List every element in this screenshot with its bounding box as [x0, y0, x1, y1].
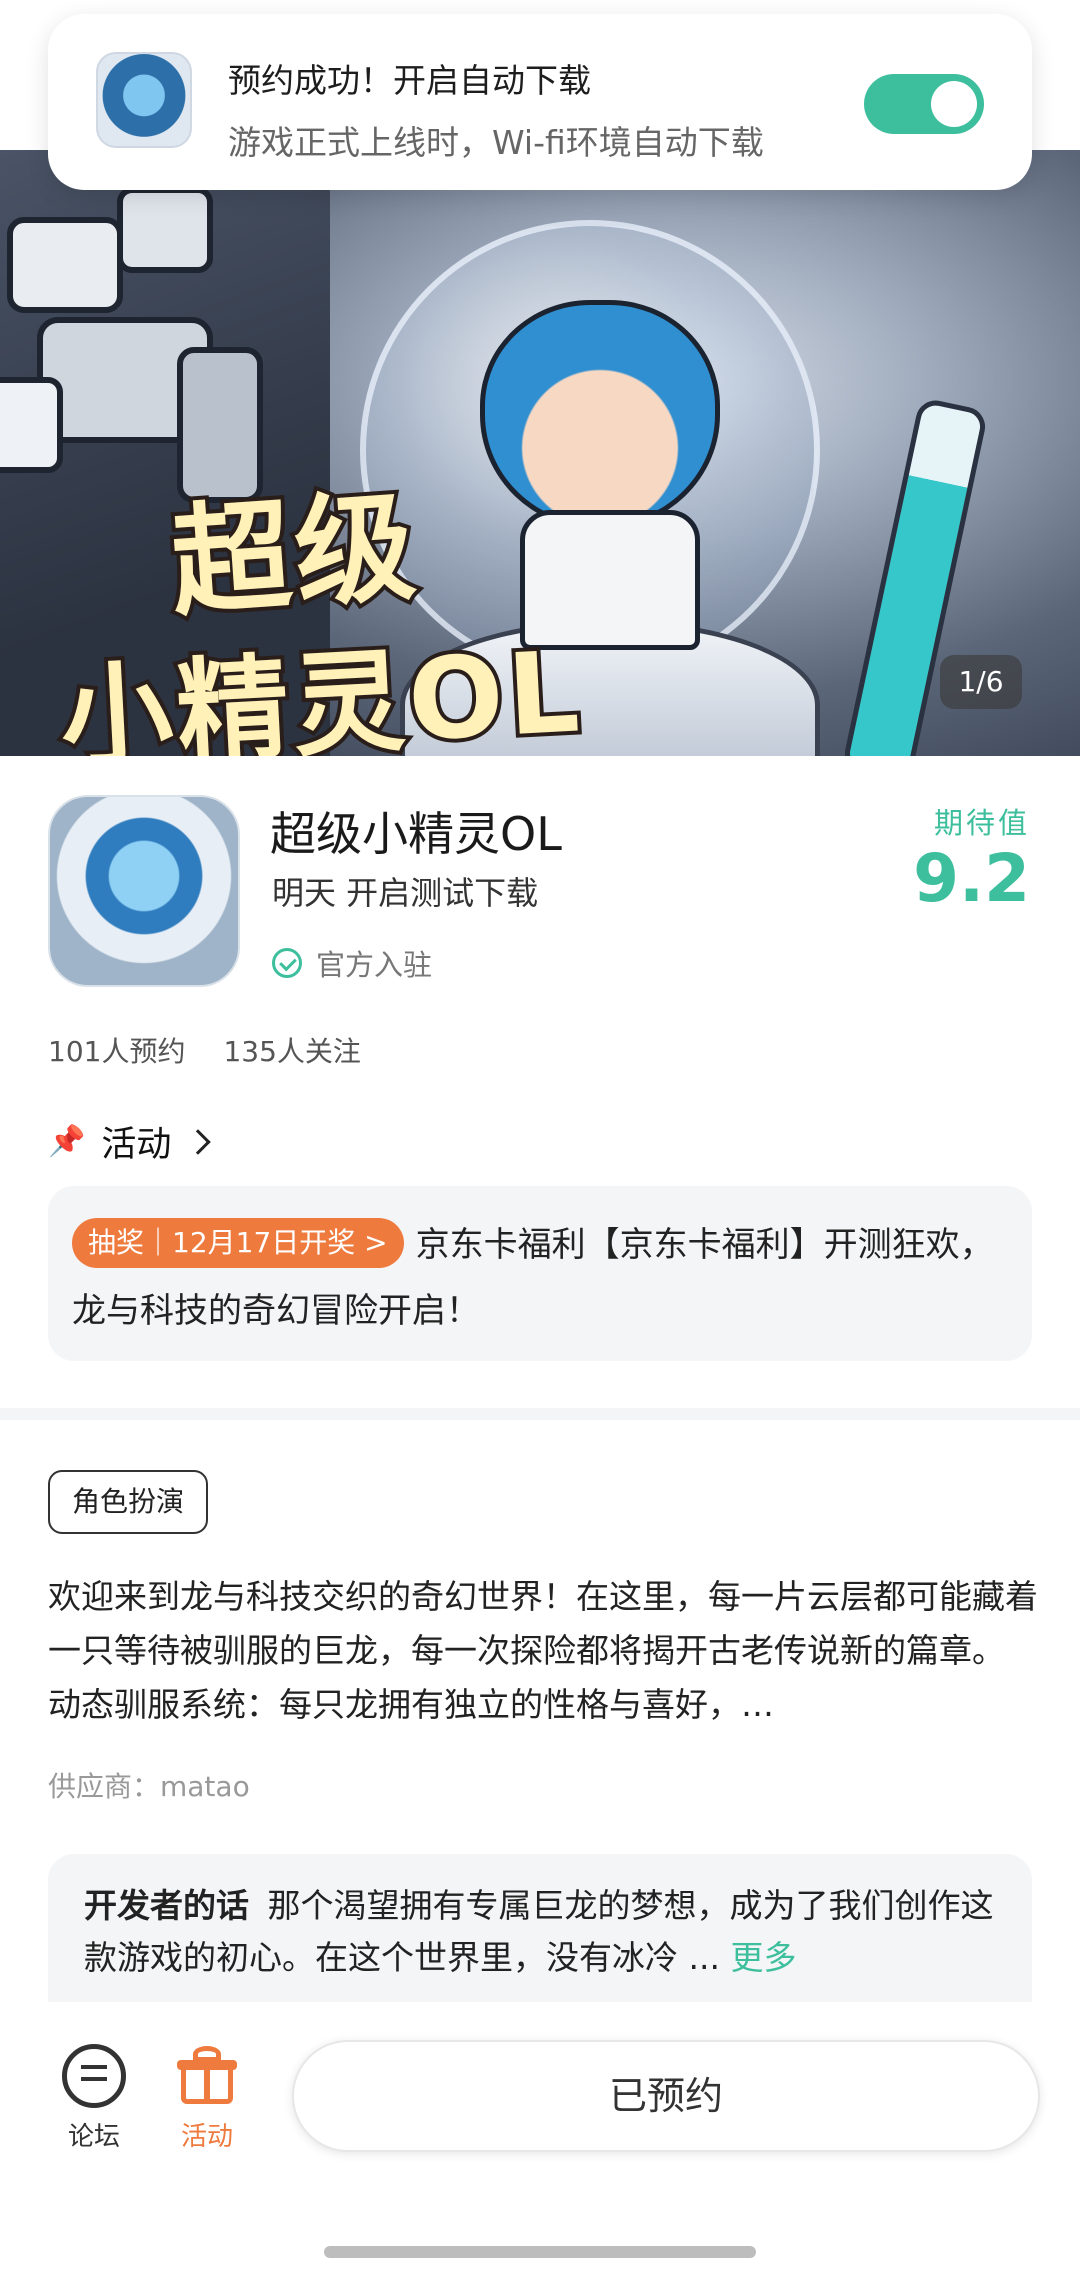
- reserved-button[interactable]: 已预约: [292, 2040, 1040, 2152]
- home-indicator[interactable]: [324, 2246, 756, 2258]
- title-art-line2: 小精灵OL: [54, 623, 591, 756]
- verified-check-icon: [272, 948, 302, 978]
- official-label: 官方入驻: [316, 948, 433, 982]
- game-banner[interactable]: 超级 小精灵OL 1/6: [0, 150, 1080, 756]
- game-title-art: 超级 小精灵OL: [54, 450, 620, 756]
- pin-icon: 📌: [48, 1124, 86, 1159]
- gift-icon: [175, 2044, 239, 2108]
- official-badge: 官方入驻: [272, 942, 432, 984]
- supplier-info: 供应商：matao: [48, 1770, 250, 1803]
- forum-icon: [62, 2044, 126, 2108]
- bottom-action-bar: 论坛 活动 已预约: [0, 2004, 1080, 2279]
- game-app-icon: [48, 795, 240, 987]
- activity-tab[interactable]: 活动: [157, 2044, 257, 2153]
- activity-label: 活动: [180, 2122, 233, 2152]
- lottery-tag[interactable]: 抽奖｜12月17日开奖 >: [72, 1218, 404, 1268]
- reservation-count: 101人预约: [48, 1035, 186, 1068]
- game-title: 超级小精灵OL: [270, 807, 562, 861]
- developer-label: 开发者的话: [84, 1886, 249, 1925]
- forum-tab[interactable]: 论坛: [44, 2044, 144, 2153]
- activity-card[interactable]: 抽奖｜12月17日开奖 > 京东卡福利【京东卡福利】开测狂欢，龙与科技的奇幻冒险开…: [48, 1186, 1032, 1361]
- expectation-value: 9.2: [913, 840, 1030, 917]
- activity-heading: 活动: [101, 1125, 172, 1165]
- expectation-label: 期待值: [933, 806, 1030, 840]
- release-schedule: 明天 开启测试下载: [272, 874, 539, 912]
- toggle-knob: [931, 81, 977, 127]
- toast-subtitle: 游戏正式上线时，Wi-fi环境自动下载: [228, 123, 764, 162]
- stats-row: 101人预约 135人关注: [48, 1030, 361, 1070]
- section-divider: [0, 1408, 1080, 1420]
- banner-page-counter: 1/6: [940, 655, 1022, 709]
- game-description[interactable]: 欢迎来到龙与科技交织的奇幻世界！在这里，每一片云层都可能藏着一只等待被驯服的巨龙…: [48, 1570, 1038, 1732]
- expectation-score: 期待值 9.2: [913, 800, 1030, 912]
- reservation-success-toast: 预约成功！开启自动下载 游戏正式上线时，Wi-fi环境自动下载: [48, 14, 1032, 190]
- toast-title: 预约成功！开启自动下载: [228, 61, 591, 100]
- auto-download-toggle[interactable]: [864, 74, 984, 134]
- chevron-right-icon: [185, 1128, 212, 1155]
- game-icon-small: [96, 52, 192, 148]
- follower-count: 135人关注: [223, 1035, 361, 1068]
- developer-notes-card[interactable]: 开发者的话 那个渴望拥有专属巨龙的梦想，成为了我们创作这款游戏的初心。在这个世界…: [48, 1854, 1032, 2002]
- more-link[interactable]: 更多: [730, 1938, 796, 1977]
- genre-tag[interactable]: 角色扮演: [48, 1470, 209, 1534]
- forum-label: 论坛: [67, 2122, 120, 2152]
- activity-section-header[interactable]: 📌 活动: [48, 1116, 212, 1167]
